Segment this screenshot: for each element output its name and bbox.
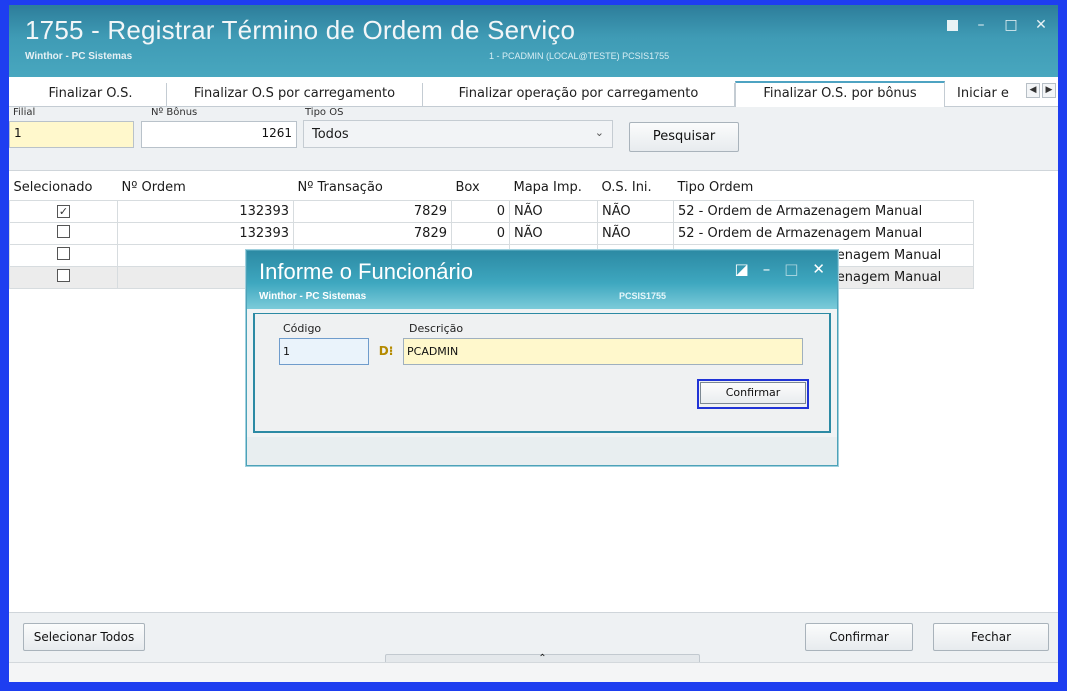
dialog-controls: ◪ – □ ✕ bbox=[735, 260, 825, 278]
minimize-icon[interactable]: – bbox=[974, 17, 988, 33]
filial-label: Filial bbox=[13, 107, 36, 118]
close-icon[interactable]: ✕ bbox=[1034, 17, 1048, 33]
tipo-os-select[interactable]: Todos ⌄ bbox=[303, 120, 613, 148]
dialog-confirm-text: Confirmar bbox=[725, 386, 781, 399]
descricao-label: Descrição bbox=[409, 322, 464, 335]
dialog-confirm-label: Confirmar bbox=[700, 382, 806, 404]
grid-header-row: Selecionado Nº Ordem Nº Transação Box Ma… bbox=[10, 176, 974, 200]
checkbox-icon[interactable] bbox=[57, 246, 70, 260]
confirm-label: Confirmar bbox=[829, 630, 889, 644]
table-row[interactable]: 132393 7829 0 NÃO NÃO 52 - Ordem de Arma… bbox=[9, 221, 974, 245]
maximize-icon[interactable]: □ bbox=[1004, 17, 1018, 33]
col-os-ini[interactable]: O.S. Ini. bbox=[598, 176, 674, 200]
col-tipo-ordem[interactable]: Tipo Ordem bbox=[674, 176, 974, 200]
dialog-confirm-button[interactable]: Confirmar bbox=[697, 379, 809, 409]
tab-iniciar[interactable]: Iniciar e bbox=[945, 83, 1021, 107]
col-box[interactable]: Box bbox=[452, 176, 510, 200]
tab-finalizar-operacao-carregamento[interactable]: Finalizar operação por carregamento bbox=[423, 83, 735, 107]
close-icon[interactable]: ✕ bbox=[812, 260, 825, 278]
cell-transacao: 7829 bbox=[293, 199, 452, 223]
select-all-label: Selecionar Todos bbox=[33, 630, 135, 644]
cell-ordem: 132393 bbox=[117, 199, 294, 223]
codigo-input[interactable]: 1 bbox=[279, 338, 369, 365]
tab-finalizar-os-bonus[interactable]: Finalizar O.S. por bônus bbox=[735, 81, 945, 108]
tipo-os-value: Todos bbox=[312, 127, 349, 142]
search-button[interactable]: Pesquisar bbox=[629, 122, 739, 152]
cell-transacao: 7829 bbox=[293, 221, 452, 245]
status-bar bbox=[9, 662, 1058, 682]
cell-mapa: NÃO bbox=[509, 221, 598, 245]
descricao-input[interactable]: PCADMIN bbox=[403, 338, 803, 365]
dialog-titlebar: Informe o Funcionário Winthor - PC Siste… bbox=[247, 251, 837, 309]
cell-tipo: 52 - Ordem de Armazenagem Manual bbox=[673, 221, 974, 245]
window-controls: – □ ✕ bbox=[947, 17, 1048, 33]
tab-finalizar-os-carregamento[interactable]: Finalizar O.S por carregamento bbox=[167, 83, 423, 107]
minimize-icon[interactable]: – bbox=[763, 260, 771, 278]
close-button[interactable]: Fechar bbox=[933, 623, 1049, 651]
pin-icon[interactable]: ◪ bbox=[735, 260, 749, 278]
scroll-left-icon[interactable]: ◀ bbox=[1026, 83, 1040, 98]
dialog-program: PCSIS1755 bbox=[619, 291, 667, 301]
codigo-label: Código bbox=[283, 322, 322, 335]
col-selecionado[interactable]: Selecionado bbox=[10, 176, 118, 200]
tab-finalizar-os[interactable]: Finalizar O.S. bbox=[15, 83, 167, 107]
cell-ordem: 132393 bbox=[117, 221, 294, 245]
tab-strip: Finalizar O.S. Finalizar O.S por carrega… bbox=[9, 77, 1058, 108]
row-checkbox[interactable] bbox=[9, 243, 118, 267]
checkbox-checked-icon[interactable]: ✓ bbox=[57, 204, 70, 218]
bonus-input[interactable]: 1261 bbox=[141, 121, 297, 148]
maximize-icon: □ bbox=[784, 260, 799, 278]
col-mapa-imp[interactable]: Mapa Imp. bbox=[510, 176, 598, 200]
confirm-button[interactable]: Confirmar bbox=[805, 623, 913, 651]
dialog-body: Código 1 D⁝ Descrição PCADMIN Confirmar bbox=[253, 313, 831, 433]
dialog-title: Informe o Funcionário bbox=[259, 259, 473, 284]
select-all-button[interactable]: Selecionar Todos bbox=[23, 623, 145, 651]
cell-osini: NÃO bbox=[597, 199, 674, 223]
lookup-icon[interactable]: D⁝ bbox=[373, 341, 399, 363]
dialog-subtitle: Winthor - PC Sistemas bbox=[259, 291, 367, 302]
filial-input[interactable]: 1 bbox=[9, 121, 134, 148]
employee-dialog: Informe o Funcionário Winthor - PC Siste… bbox=[246, 250, 838, 466]
filter-panel: Filial 1 Nº Bônus 1261 Tipo OS Todos ⌄ P… bbox=[9, 107, 1058, 171]
bonus-label: Nº Bônus bbox=[151, 107, 198, 118]
cell-osini: NÃO bbox=[597, 221, 674, 245]
chevron-down-icon: ⌄ bbox=[594, 126, 604, 139]
col-numero-transacao[interactable]: Nº Transação bbox=[294, 176, 452, 200]
dialog-footer bbox=[247, 437, 837, 465]
table-row[interactable]: ✓ 132393 7829 0 NÃO NÃO 52 - Ordem de Ar… bbox=[9, 199, 974, 223]
tab-scroll-arrows: ◀ ▶ bbox=[1026, 83, 1056, 98]
tipo-os-label: Tipo OS bbox=[305, 107, 344, 118]
window-subtitle: Winthor - PC Sistemas bbox=[25, 51, 133, 62]
checkbox-icon[interactable] bbox=[57, 224, 70, 238]
row-checkbox[interactable]: ✓ bbox=[9, 199, 118, 223]
cell-box: 0 bbox=[451, 199, 510, 223]
pin-icon[interactable] bbox=[947, 20, 958, 31]
col-numero-ordem[interactable]: Nº Ordem bbox=[118, 176, 294, 200]
window-titlebar: 1755 - Registrar Término de Ordem de Ser… bbox=[9, 5, 1058, 77]
close-label: Fechar bbox=[970, 630, 1012, 644]
search-button-label: Pesquisar bbox=[652, 129, 716, 144]
cell-box: 0 bbox=[451, 221, 510, 245]
row-checkbox[interactable] bbox=[9, 265, 118, 289]
cell-tipo: 52 - Ordem de Armazenagem Manual bbox=[673, 199, 974, 223]
row-checkbox[interactable] bbox=[9, 221, 118, 245]
window-title: 1755 - Registrar Término de Ordem de Ser… bbox=[25, 15, 576, 45]
cell-mapa: NÃO bbox=[509, 199, 598, 223]
scroll-right-icon[interactable]: ▶ bbox=[1042, 83, 1056, 98]
window-user-info: 1 - PCADMIN (LOCAL@TESTE) PCSIS1755 bbox=[489, 51, 670, 61]
checkbox-icon[interactable] bbox=[57, 268, 70, 282]
